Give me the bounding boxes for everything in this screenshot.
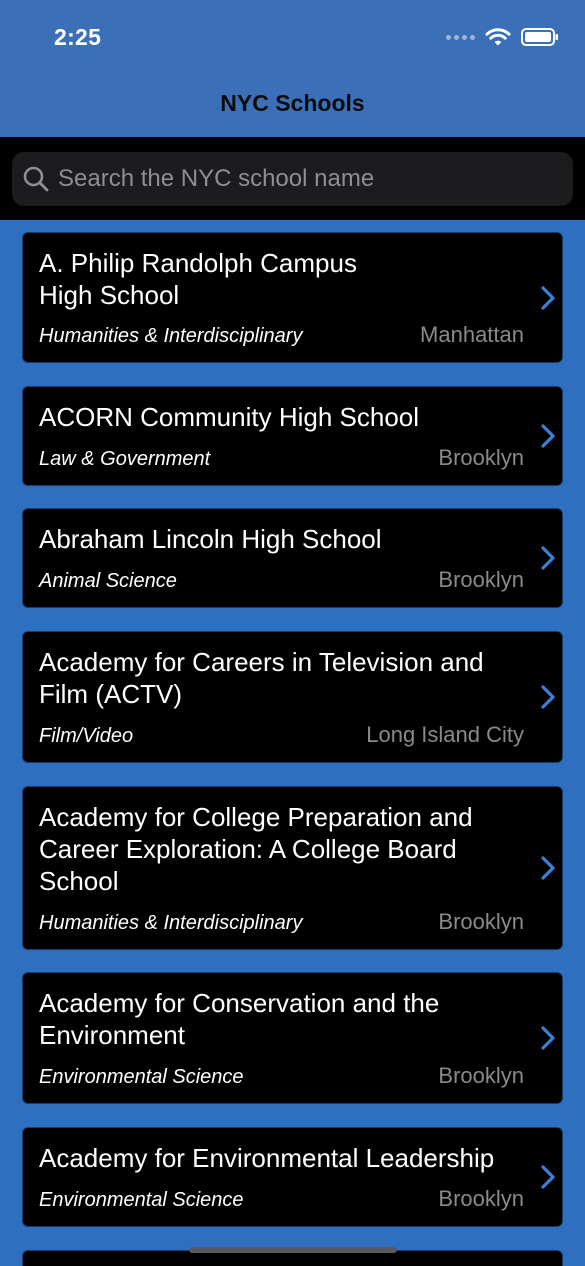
school-name: A. Philip Randolph Campus High School bbox=[39, 248, 357, 310]
school-borough: Long Island City bbox=[366, 722, 524, 747]
cellular-signal-icon bbox=[446, 34, 475, 40]
chevron-right-icon bbox=[541, 685, 555, 709]
page-title: NYC Schools bbox=[220, 90, 365, 116]
school-borough: Brooklyn bbox=[438, 909, 524, 934]
school-name: ACORN Community High School bbox=[39, 402, 420, 432]
list-item[interactable]: ACORN Community High School Law & Govern… bbox=[22, 386, 563, 486]
chevron-right-icon bbox=[541, 424, 555, 448]
search-bar bbox=[0, 137, 585, 220]
list-item[interactable]: Academy for Careers in Television and Fi… bbox=[22, 631, 563, 763]
status-indicators bbox=[446, 26, 559, 48]
school-name: Academy for College Preparation and Care… bbox=[39, 802, 473, 896]
school-list[interactable]: A. Philip Randolph Campus High School Hu… bbox=[0, 220, 585, 1266]
school-name: Academy for Careers in Television and Fi… bbox=[39, 647, 484, 709]
search-icon bbox=[23, 166, 49, 192]
school-borough: Brooklyn bbox=[438, 445, 524, 470]
school-category: Animal Science bbox=[39, 570, 177, 592]
school-borough: Brooklyn bbox=[438, 1063, 524, 1088]
search-field[interactable] bbox=[12, 152, 573, 206]
list-item[interactable]: Academy for College Preparation and Care… bbox=[22, 786, 563, 950]
school-borough: Brooklyn bbox=[438, 1186, 524, 1211]
list-item[interactable]: A. Philip Randolph Campus High School Hu… bbox=[22, 232, 563, 363]
school-category: Environmental Science bbox=[39, 1066, 244, 1088]
school-category: Environmental Science bbox=[39, 1189, 244, 1211]
chevron-right-icon bbox=[541, 856, 555, 880]
school-category: Humanities & Interdisciplinary bbox=[39, 912, 303, 934]
chevron-right-icon bbox=[541, 1026, 555, 1050]
status-time: 2:25 bbox=[54, 24, 102, 50]
home-indicator[interactable] bbox=[189, 1247, 397, 1253]
school-name: Academy for Environmental Leadership bbox=[39, 1143, 495, 1173]
chevron-right-icon bbox=[541, 285, 555, 310]
navigation-header: 2:25 NYC Schools bbox=[0, 0, 585, 137]
chevron-right-icon bbox=[541, 546, 555, 570]
school-category: Humanities & Interdisciplinary bbox=[39, 325, 303, 347]
school-category: Law & Government bbox=[39, 448, 211, 470]
battery-icon bbox=[521, 28, 558, 46]
wifi-icon bbox=[485, 28, 511, 46]
chevron-right-icon bbox=[541, 1165, 555, 1189]
school-name: Abraham Lincoln High School bbox=[39, 524, 382, 554]
school-name: Academy for Conservation and the Environ… bbox=[39, 988, 440, 1050]
list-item[interactable]: Academy for Conservation and the Environ… bbox=[22, 972, 563, 1104]
list-item[interactable]: Academy for Environmental Leadership Env… bbox=[22, 1127, 563, 1227]
school-borough: Manhattan bbox=[420, 322, 524, 347]
search-input[interactable] bbox=[58, 165, 538, 193]
school-category: Film/Video bbox=[39, 725, 134, 747]
list-item[interactable]: Abraham Lincoln High School Animal Scien… bbox=[22, 508, 563, 608]
school-borough: Brooklyn bbox=[438, 567, 524, 592]
